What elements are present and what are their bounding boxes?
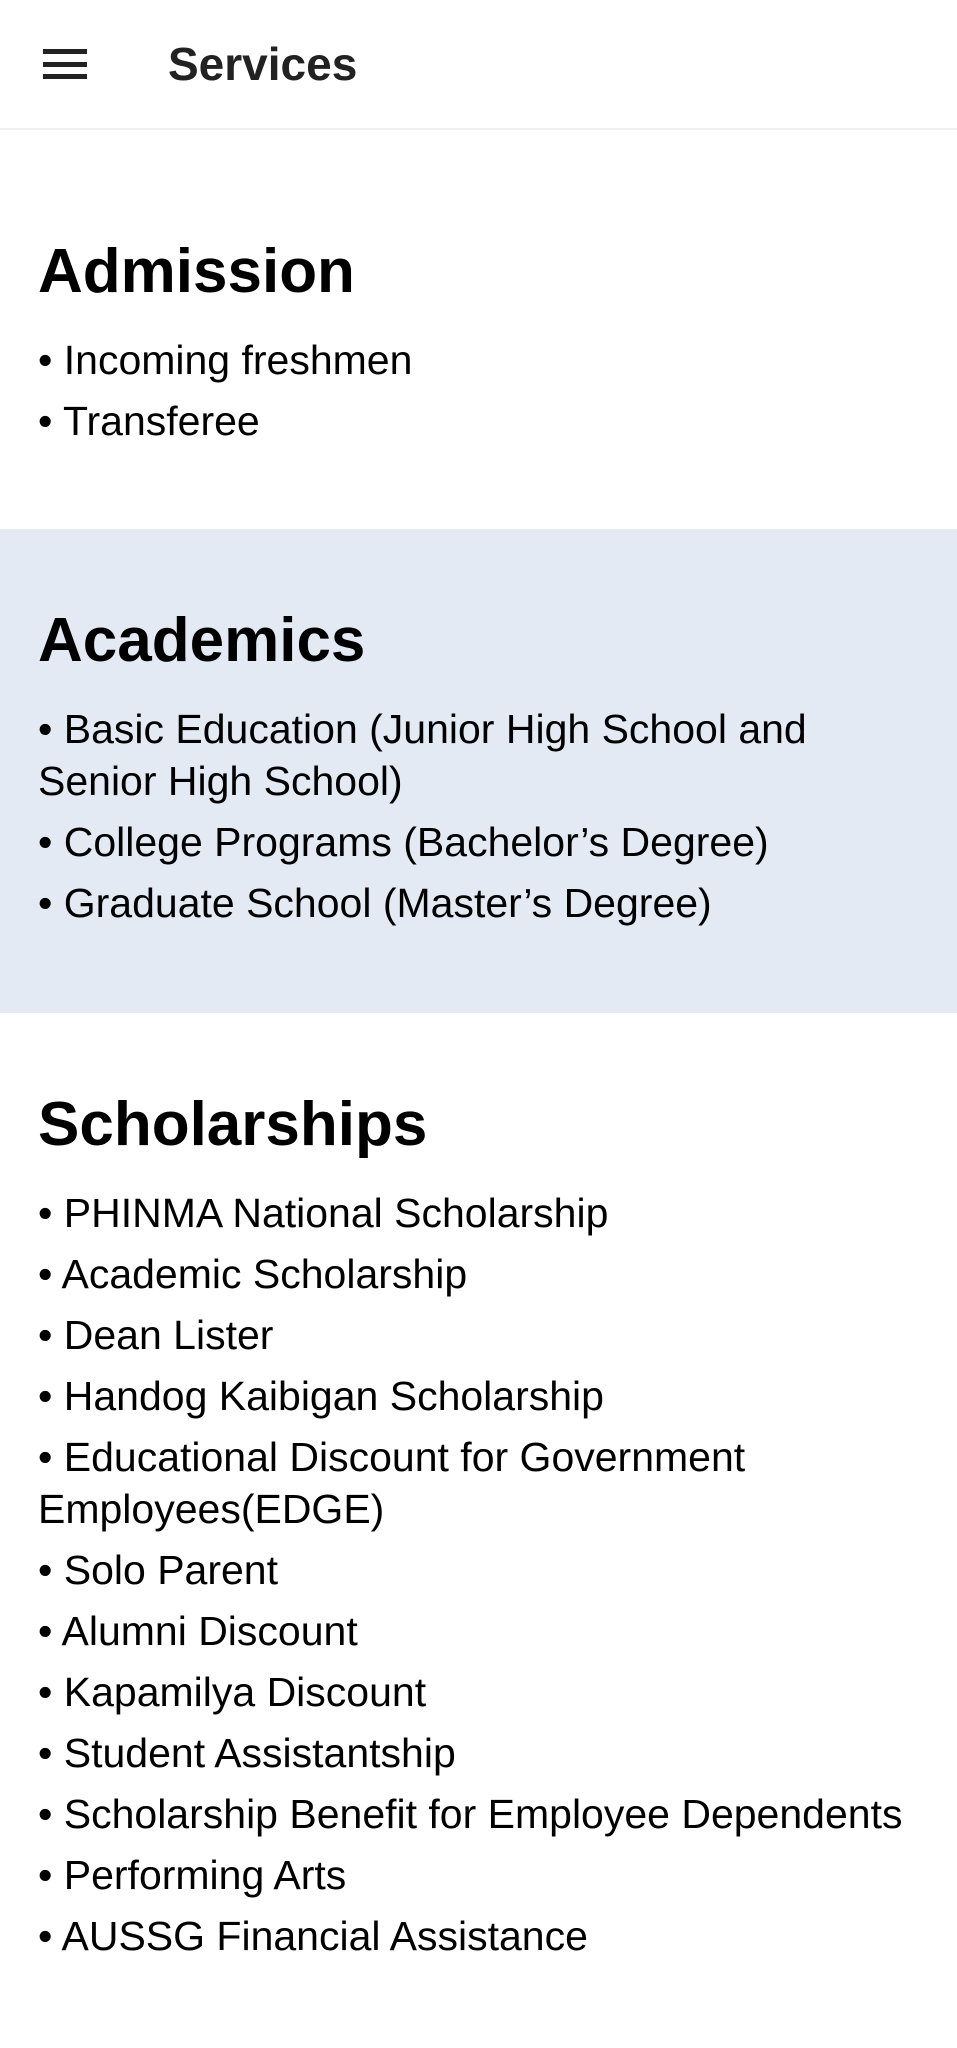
list-item: • Handog Kaibigan Scholarship	[38, 1373, 604, 1419]
section-scholarships: Scholarships • PHINMA National Scholarsh…	[0, 1013, 957, 2037]
list-item: • Scholarship Benefit for Employee Depen…	[38, 1791, 903, 1837]
list-item: • Dean Lister	[38, 1312, 274, 1358]
section-heading: Admission	[38, 237, 355, 306]
hamburger-menu-icon[interactable]	[43, 49, 87, 79]
list-item: • AUSSG Financial Assistance	[38, 1913, 588, 1959]
section-heading: Academics	[38, 606, 366, 675]
app-bar: Services	[0, 0, 957, 130]
list-item: • Kapamilya Discount	[38, 1669, 427, 1715]
list-item: • Educational Discount for Government Em…	[38, 1434, 746, 1532]
section-heading: Scholarships	[38, 1090, 428, 1159]
page-title: Services	[168, 38, 358, 90]
list-item: • Incoming freshmen	[38, 337, 413, 383]
list-item: • PHINMA National Scholarship	[38, 1190, 609, 1236]
list-item: • Transferee	[38, 398, 260, 444]
list-item: • Student Assistantship	[38, 1730, 456, 1776]
list-item: • Alumni Discount	[38, 1608, 358, 1654]
list-item: • Graduate School (Master’s Degree)	[38, 880, 712, 926]
list-item: • College Programs (Bachelor’s Degree)	[38, 819, 769, 865]
section-admission: Admission • Incoming freshmen • Transfer…	[0, 130, 957, 529]
list-item: • Academic Scholarship	[38, 1251, 468, 1297]
list-item: • Performing Arts	[38, 1852, 347, 1898]
list-item: • Solo Parent	[38, 1547, 278, 1593]
list-item: • Basic Education (Junior High School an…	[38, 706, 807, 804]
section-academics: Academics • Basic Education (Junior High…	[0, 529, 957, 1013]
